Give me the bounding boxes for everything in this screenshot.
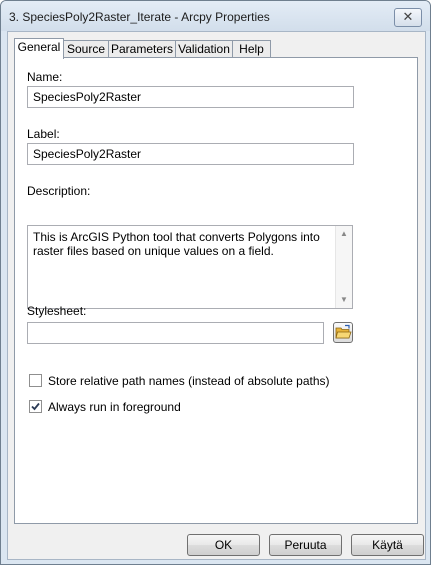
check-icon xyxy=(31,402,40,411)
description-scrollbar[interactable]: ▲ ▼ xyxy=(335,226,352,308)
properties-dialog: 3. SpeciesPoly2Raster_Iterate - Arcpy Pr… xyxy=(0,0,431,565)
window-title: 3. SpeciesPoly2Raster_Iterate - Arcpy Pr… xyxy=(9,10,270,24)
foreground-label: Always run in foreground xyxy=(48,400,181,414)
title-bar: 3. SpeciesPoly2Raster_Iterate - Arcpy Pr… xyxy=(1,1,430,31)
stylesheet-field[interactable] xyxy=(27,322,324,344)
arrow-up-icon[interactable]: ▲ xyxy=(336,227,352,241)
browse-stylesheet-button[interactable] xyxy=(333,322,353,343)
ok-button[interactable]: OK xyxy=(187,534,260,556)
close-icon: ✕ xyxy=(402,9,414,24)
tab-general[interactable]: General xyxy=(14,38,64,59)
stylesheet-label: Stylesheet: xyxy=(27,304,87,318)
folder-open-icon xyxy=(335,324,352,339)
relative-paths-label: Store relative path names (instead of ab… xyxy=(48,374,330,388)
tab-validation[interactable]: Validation xyxy=(175,40,233,58)
relative-paths-checkbox[interactable] xyxy=(29,374,42,387)
label-field[interactable]: SpeciesPoly2Raster xyxy=(27,143,354,165)
apply-button[interactable]: Käytä xyxy=(351,534,424,556)
tab-help[interactable]: Help xyxy=(232,40,271,58)
label-label: Label: xyxy=(27,127,60,141)
tab-parameters[interactable]: Parameters xyxy=(108,40,176,58)
cancel-button[interactable]: Peruuta xyxy=(269,534,342,556)
tab-source[interactable]: Source xyxy=(63,40,109,58)
foreground-checkbox[interactable] xyxy=(29,400,42,413)
dialog-body: General Source Parameters Validation Hel… xyxy=(7,31,426,560)
general-panel: Name: SpeciesPoly2Raster Label: SpeciesP… xyxy=(14,57,418,524)
name-field[interactable]: SpeciesPoly2Raster xyxy=(27,86,354,108)
arrow-down-icon[interactable]: ▼ xyxy=(336,293,352,307)
description-field[interactable]: This is ArcGIS Python tool that converts… xyxy=(27,225,353,309)
close-button[interactable]: ✕ xyxy=(394,8,422,27)
description-label: Description: xyxy=(27,184,91,198)
name-label: Name: xyxy=(27,70,63,84)
description-text: This is ArcGIS Python tool that converts… xyxy=(33,230,320,258)
